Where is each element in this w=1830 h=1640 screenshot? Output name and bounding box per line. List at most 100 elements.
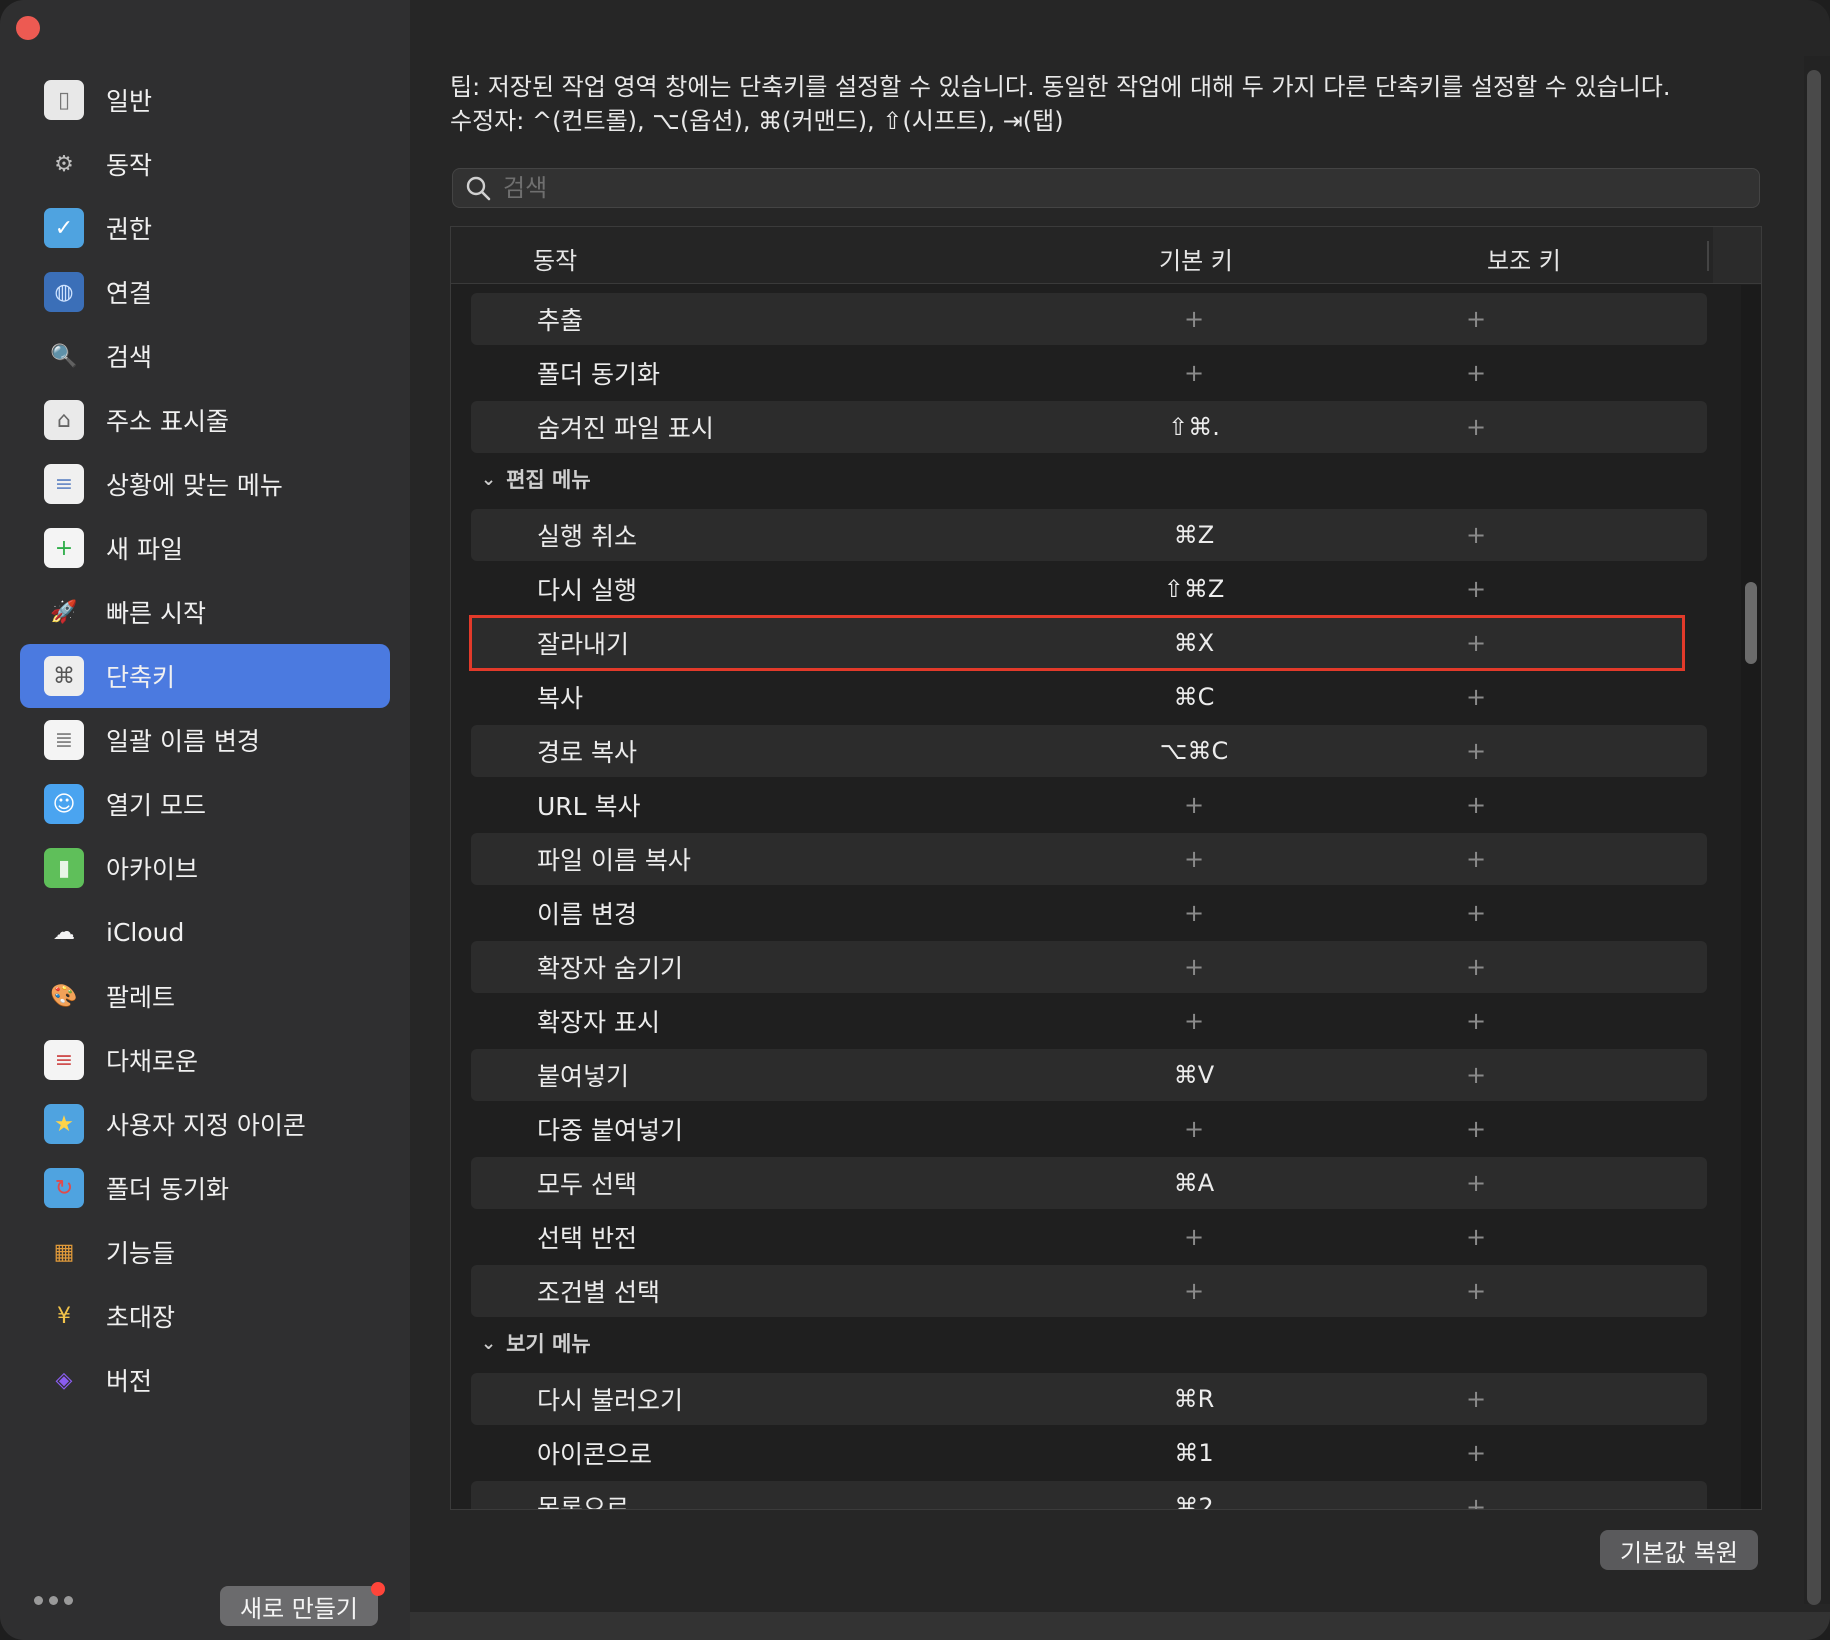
primary-shortcut[interactable]: ⌘Z (1129, 521, 1259, 549)
column-header-action[interactable]: 동작 (533, 241, 577, 276)
chevron-down-icon[interactable]: ⌄ (481, 1333, 496, 1354)
table-scrollbar-thumb[interactable] (1745, 582, 1757, 664)
section-header[interactable]: ⌄ 보기 메뉴 (481, 1323, 591, 1363)
table-scrollbar-track[interactable] (1741, 285, 1761, 1509)
sidebar-item[interactable]: 🚀 빠른 시작 (20, 580, 390, 644)
primary-shortcut[interactable]: ⌘R (1129, 1385, 1259, 1413)
primary-shortcut[interactable]: ⇧⌘Z (1129, 575, 1259, 603)
add-primary-shortcut-button[interactable]: + (1129, 953, 1259, 981)
table-row[interactable]: 확장자 숨기기 + + (471, 941, 1707, 993)
sidebar-item[interactable]: ◈ 버전 (20, 1348, 390, 1412)
sidebar-item[interactable]: ⚙ 동작 (20, 132, 390, 196)
search-field[interactable] (452, 168, 1760, 208)
sidebar-item[interactable]: ⌂ 주소 표시줄 (20, 388, 390, 452)
primary-shortcut[interactable]: ⌘2 (1129, 1493, 1259, 1509)
sidebar-item[interactable]: ▯ 일반 (20, 68, 390, 132)
add-secondary-shortcut-button[interactable]: + (1451, 629, 1501, 657)
table-row[interactable]: 다중 붙여넣기 + + (471, 1103, 1707, 1155)
sidebar-item[interactable]: ≣ 일괄 이름 변경 (20, 708, 390, 772)
primary-shortcut[interactable]: ⌘1 (1129, 1439, 1259, 1467)
table-row[interactable]: 숨겨진 파일 표시 ⇧⌘. + (471, 401, 1707, 453)
sidebar-item[interactable]: ✓ 권한 (20, 196, 390, 260)
table-row[interactable]: 추출 + + (471, 293, 1707, 345)
table-row[interactable]: URL 복사 + + (471, 779, 1707, 831)
add-primary-shortcut-button[interactable]: + (1129, 1277, 1259, 1305)
add-secondary-shortcut-button[interactable]: + (1451, 1277, 1501, 1305)
table-row[interactable]: 조건별 선택 + + (471, 1265, 1707, 1317)
table-row[interactable]: 선택 반전 + + (471, 1211, 1707, 1263)
add-secondary-shortcut-button[interactable]: + (1451, 899, 1501, 927)
table-row[interactable]: 폴더 동기화 + + (471, 347, 1707, 399)
sidebar-item[interactable]: ≡ 다채로운 (20, 1028, 390, 1092)
add-primary-shortcut-button[interactable]: + (1129, 1115, 1259, 1143)
sidebar-item[interactable]: ¥ 초대장 (20, 1284, 390, 1348)
add-primary-shortcut-button[interactable]: + (1129, 1007, 1259, 1035)
sidebar-item[interactable]: ◍ 연결 (20, 260, 390, 324)
sidebar-item[interactable]: + 새 파일 (20, 516, 390, 580)
add-secondary-shortcut-button[interactable]: + (1451, 575, 1501, 603)
table-row[interactable]: 아이콘으로 ⌘1 + (471, 1427, 1707, 1479)
add-secondary-shortcut-button[interactable]: + (1451, 953, 1501, 981)
sidebar-item[interactable]: ⌘ 단축키 (20, 644, 390, 708)
search-input[interactable] (501, 173, 1705, 203)
table-row[interactable]: 파일 이름 복사 + + (471, 833, 1707, 885)
primary-shortcut[interactable]: ⇧⌘. (1129, 413, 1259, 441)
primary-shortcut[interactable]: ⌘C (1129, 683, 1259, 711)
add-secondary-shortcut-button[interactable]: + (1451, 737, 1501, 765)
add-primary-shortcut-button[interactable]: + (1129, 899, 1259, 927)
sidebar-item[interactable]: ↻ 폴더 동기화 (20, 1156, 390, 1220)
table-row[interactable]: 목록으로 ⌘2 + (471, 1481, 1707, 1509)
add-primary-shortcut-button[interactable]: + (1129, 845, 1259, 873)
add-primary-shortcut-button[interactable]: + (1129, 1223, 1259, 1251)
sidebar-item[interactable]: 🎨 팔레트 (20, 964, 390, 1028)
column-header-secondary[interactable]: 보조 키 (1487, 241, 1561, 276)
table-row[interactable]: 복사 ⌘C + (471, 671, 1707, 723)
primary-shortcut[interactable]: ⌘X (1129, 629, 1259, 657)
sidebar-item[interactable]: ▦ 기능들 (20, 1220, 390, 1284)
sidebar-item[interactable]: ☺ 열기 모드 (20, 772, 390, 836)
sidebar-item[interactable]: ≡ 상황에 맞는 메뉴 (20, 452, 390, 516)
sidebar-item[interactable]: 🔍 검색 (20, 324, 390, 388)
chevron-down-icon[interactable]: ⌄ (481, 469, 496, 490)
column-header-primary[interactable]: 기본 키 (1159, 241, 1233, 276)
panel-scrollbar-thumb[interactable] (1807, 70, 1821, 1605)
add-secondary-shortcut-button[interactable]: + (1451, 1493, 1501, 1509)
add-secondary-shortcut-button[interactable]: + (1451, 521, 1501, 549)
primary-shortcut[interactable]: ⌘A (1129, 1169, 1259, 1197)
table-row[interactable]: 다시 실행 ⇧⌘Z + (471, 563, 1707, 615)
add-secondary-shortcut-button[interactable]: + (1451, 1385, 1501, 1413)
close-window-button[interactable] (16, 16, 40, 40)
table-row[interactable]: 잘라내기 ⌘X + (469, 615, 1685, 671)
add-secondary-shortcut-button[interactable]: + (1451, 683, 1501, 711)
new-button[interactable]: 새로 만들기 (220, 1586, 378, 1626)
more-options-icon[interactable] (34, 1596, 73, 1605)
add-secondary-shortcut-button[interactable]: + (1451, 1007, 1501, 1035)
sidebar-item[interactable]: ★ 사용자 지정 아이콘 (20, 1092, 390, 1156)
add-secondary-shortcut-button[interactable]: + (1451, 1439, 1501, 1467)
table-row[interactable]: 다시 불러오기 ⌘R + (471, 1373, 1707, 1425)
table-row[interactable]: 이름 변경 + + (471, 887, 1707, 939)
table-row[interactable]: 확장자 표시 + + (471, 995, 1707, 1047)
add-secondary-shortcut-button[interactable]: + (1451, 359, 1501, 387)
table-row[interactable]: 모두 선택 ⌘A + (471, 1157, 1707, 1209)
add-primary-shortcut-button[interactable]: + (1129, 359, 1259, 387)
add-primary-shortcut-button[interactable]: + (1129, 305, 1259, 333)
sidebar-item[interactable]: ☁ iCloud (20, 900, 390, 964)
add-secondary-shortcut-button[interactable]: + (1451, 791, 1501, 819)
add-secondary-shortcut-button[interactable]: + (1451, 305, 1501, 333)
restore-defaults-button[interactable]: 기본값 복원 (1600, 1530, 1758, 1570)
table-row[interactable]: 실행 취소 ⌘Z + (471, 509, 1707, 561)
sidebar-item[interactable]: ▮ 아카이브 (20, 836, 390, 900)
add-secondary-shortcut-button[interactable]: + (1451, 1223, 1501, 1251)
add-secondary-shortcut-button[interactable]: + (1451, 1169, 1501, 1197)
table-row[interactable]: 경로 복사 ⌥⌘C + (471, 725, 1707, 777)
add-secondary-shortcut-button[interactable]: + (1451, 1115, 1501, 1143)
primary-shortcut[interactable]: ⌘V (1129, 1061, 1259, 1089)
add-secondary-shortcut-button[interactable]: + (1451, 845, 1501, 873)
add-secondary-shortcut-button[interactable]: + (1451, 413, 1501, 441)
primary-shortcut[interactable]: ⌥⌘C (1129, 737, 1259, 765)
section-header[interactable]: ⌄ 편집 메뉴 (481, 459, 591, 499)
table-row[interactable]: 붙여넣기 ⌘V + (471, 1049, 1707, 1101)
add-secondary-shortcut-button[interactable]: + (1451, 1061, 1501, 1089)
add-primary-shortcut-button[interactable]: + (1129, 791, 1259, 819)
